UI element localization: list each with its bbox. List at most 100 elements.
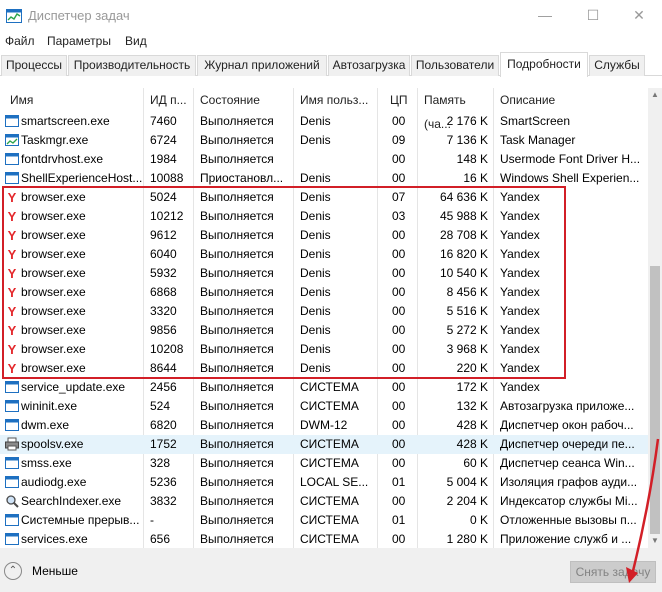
process-cpu: 00: [392, 418, 406, 432]
search-indexer-icon: [6, 495, 19, 508]
process-user: DWM-12: [300, 418, 348, 432]
process-status: Выполняется: [200, 114, 274, 128]
process-cpu: 09: [392, 133, 406, 147]
footer-bar: ⌃ Меньше Снять задачу: [0, 548, 662, 592]
table-row[interactable]: spoolsv.exe 1752 Выполняется СИСТЕМА 00 428 K…: [0, 435, 648, 454]
column-header-description[interactable]: Описание: [496, 88, 646, 112]
process-user: СИСТЕМА: [300, 380, 359, 394]
process-memory: 2 204 K: [446, 494, 488, 508]
app-window-icon: [5, 457, 19, 469]
table-row[interactable]: service_update.exe 2456 Выполняется СИСТЕМА…: [0, 378, 648, 397]
process-pid: 6820: [150, 418, 177, 432]
process-name: services.exe: [21, 532, 88, 546]
maximize-button[interactable]: ☐: [570, 0, 616, 32]
process-name: spoolsv.exe: [21, 437, 84, 451]
process-pid: 5236: [150, 475, 177, 489]
table-row[interactable]: fontdrvhost.exe 1984 Выполняется 00 148 K Use…: [0, 150, 648, 169]
app-window-icon: [5, 533, 19, 545]
table-row[interactable]: smss.exe 328 Выполняется СИСТЕМА 00 60 K Диспе…: [0, 454, 648, 473]
tab-app-history[interactable]: Журнал приложений: [197, 55, 327, 76]
process-status: Выполняется: [200, 152, 274, 166]
process-cpu: 00: [392, 399, 406, 413]
column-header-pid[interactable]: ИД п...: [146, 88, 196, 112]
table-row[interactable]: dwm.exe 6820 Выполняется DWM-12 00 428 K Диспе…: [0, 416, 648, 435]
process-memory: 148 K: [456, 152, 488, 166]
tab-performance[interactable]: Производительность: [68, 55, 196, 76]
process-cpu: 00: [392, 456, 406, 470]
process-memory: 0 K: [469, 513, 488, 527]
sort-ascending-icon: ^: [566, 88, 570, 92]
menu-bar: Файл Параметры Вид: [0, 32, 662, 52]
column-header-memory[interactable]: Память (ча...: [420, 88, 494, 131]
process-user: СИСТЕМА: [300, 399, 359, 413]
tab-details[interactable]: Подробности: [500, 52, 588, 77]
table-row[interactable]: audiodg.exe 5236 Выполняется LOCAL SE... 01 5…: [0, 473, 648, 492]
process-memory: 132 K: [456, 399, 488, 413]
tab-bar: Процессы Производительность Журнал прило…: [0, 52, 662, 77]
process-status: Выполняется: [200, 418, 274, 432]
app-window-icon: [5, 115, 19, 127]
process-cpu: 00: [392, 532, 406, 546]
scroll-up-icon[interactable]: ▲: [648, 88, 662, 102]
process-status: Выполняется: [200, 133, 274, 147]
process-status: Выполняется: [200, 437, 274, 451]
table-row[interactable]: SearchIndexer.exe 3832 Выполняется СИСТЕМА 0…: [0, 492, 648, 511]
selection-highlight-box: [2, 186, 566, 379]
process-memory: 2 176 K: [446, 114, 488, 128]
process-pid: 1752: [150, 437, 177, 451]
process-description: Диспетчер окон рабоч...: [500, 418, 634, 432]
process-user: СИСТЕМА: [300, 456, 359, 470]
process-name: service_update.exe: [21, 380, 126, 394]
process-description: Yandex: [500, 380, 540, 394]
menu-options[interactable]: Параметры: [47, 34, 111, 48]
minimize-button[interactable]: —: [522, 0, 568, 32]
tab-users[interactable]: Пользователи: [411, 55, 499, 76]
app-window-icon: [5, 476, 19, 488]
table-row[interactable]: wininit.exe 524 Выполняется СИСТЕМА 00 132 K А…: [0, 397, 648, 416]
tab-startup[interactable]: Автозагрузка: [328, 55, 410, 76]
process-user: СИСТЕМА: [300, 494, 359, 508]
process-pid: 2456: [150, 380, 177, 394]
process-pid: 328: [150, 456, 171, 470]
column-header-status[interactable]: Состояние: [196, 88, 296, 112]
task-manager-icon: [5, 134, 19, 146]
process-cpu: 00: [392, 114, 406, 128]
process-name: wininit.exe: [21, 399, 78, 413]
tab-services[interactable]: Службы: [589, 55, 645, 76]
task-manager-icon: [6, 9, 22, 23]
process-name: smartscreen.exe: [21, 114, 110, 128]
process-user: СИСТЕМА: [300, 437, 359, 451]
process-cpu: 00: [392, 380, 406, 394]
column-header-name[interactable]: Имя: [6, 88, 146, 112]
table-row[interactable]: services.exe 656 Выполняется СИСТЕМА 00 1 280…: [0, 530, 648, 548]
process-cpu: 00: [392, 437, 406, 451]
table-row[interactable]: Taskmgr.exe 6724 Выполняется Denis 09 7 136 K…: [0, 131, 648, 150]
menu-file[interactable]: Файл: [5, 34, 35, 48]
process-user: [300, 150, 376, 169]
process-memory: 5 004 K: [446, 475, 488, 489]
menu-view[interactable]: Вид: [125, 34, 147, 48]
process-name: smss.exe: [21, 456, 72, 470]
process-user: Denis: [300, 114, 331, 128]
process-name: dwm.exe: [21, 418, 70, 432]
process-name: audiodg.exe: [21, 475, 87, 489]
process-pid: 656: [150, 532, 171, 546]
annotation-arrow-icon: [626, 438, 660, 583]
column-header-cpu[interactable]: ЦП: [386, 88, 416, 112]
app-window-icon: [5, 419, 19, 431]
table-row[interactable]: Системные прерыв... - Выполняется СИСТЕМА 01…: [0, 511, 648, 530]
process-memory: 428 K: [456, 418, 488, 432]
process-status: Выполняется: [200, 380, 274, 394]
title-bar: Диспетчер задач — ☐ ✕: [0, 0, 662, 32]
process-status: Выполняется: [200, 494, 274, 508]
app-window-icon: [5, 400, 19, 412]
process-pid: 7460: [150, 114, 177, 128]
process-cpu: 00: [392, 494, 406, 508]
app-window-icon: [5, 381, 19, 393]
app-window-icon: [5, 153, 19, 165]
process-memory: 428 K: [456, 437, 488, 451]
close-button[interactable]: ✕: [616, 0, 662, 32]
tab-processes[interactable]: Процессы: [1, 55, 67, 76]
column-header-user[interactable]: Имя польз...: [296, 88, 376, 112]
table-row[interactable]: smartscreen.exe 7460 Выполняется Denis 00 2 1…: [0, 112, 648, 131]
